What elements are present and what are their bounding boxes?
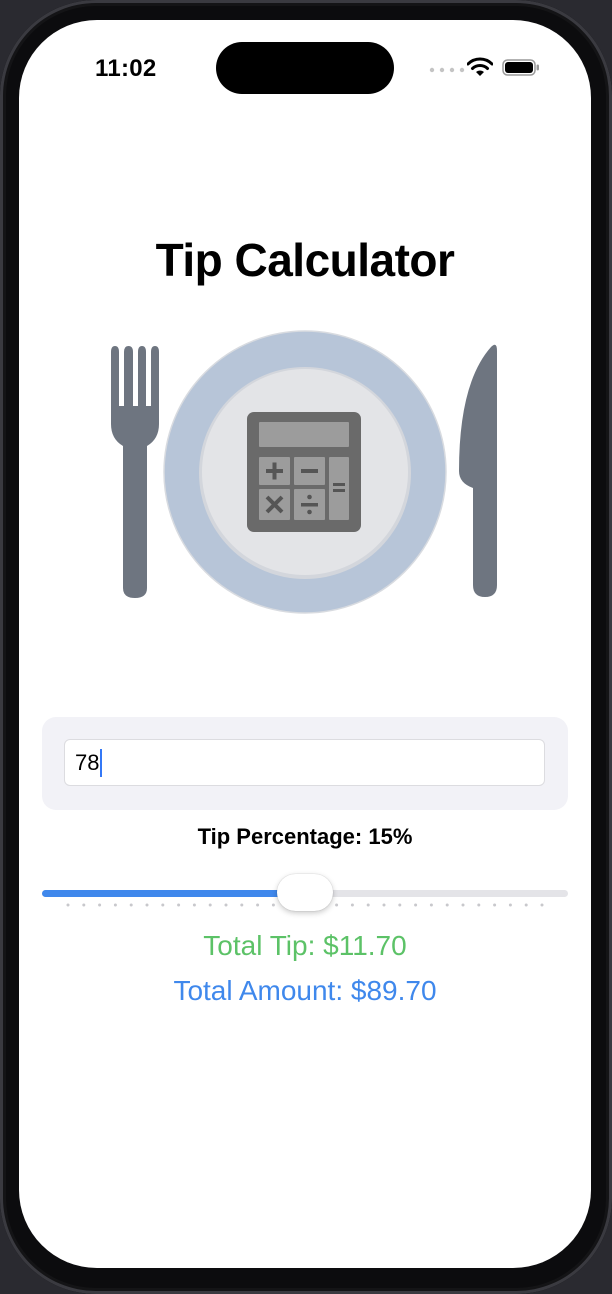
slider-tick	[271, 903, 275, 907]
slider-tick	[177, 903, 181, 907]
slider-tick	[208, 903, 212, 907]
dynamic-island	[216, 42, 394, 94]
status-bar: 11:02	[19, 20, 591, 120]
slider-tick	[145, 903, 149, 907]
phone-frame: 11:02 Tip Calculator 78 Tip Percentage: …	[0, 0, 612, 1294]
slider-tick	[66, 903, 70, 907]
slider-tick	[113, 903, 117, 907]
slider-tick	[192, 903, 196, 907]
slider-tick	[382, 903, 386, 907]
bill-amount-value: 78	[75, 749, 100, 775]
slider-tick	[524, 903, 528, 907]
plate-icon	[163, 330, 447, 614]
slider-tick	[508, 903, 512, 907]
slider-tick	[366, 903, 370, 907]
slider-tick	[477, 903, 481, 907]
tip-percentage-slider[interactable]	[42, 872, 568, 932]
slider-tick	[129, 903, 133, 907]
slider-tick	[256, 903, 260, 907]
slider-tick	[398, 903, 402, 907]
tip-percentage-label: Tip Percentage: 15%	[197, 824, 413, 849]
slider-tick	[493, 903, 497, 907]
bill-amount-input[interactable]: 78	[64, 739, 545, 786]
slider-tick	[445, 903, 449, 907]
plate-illustration	[109, 330, 509, 620]
slider-tick	[414, 903, 418, 907]
slider-tick	[540, 903, 544, 907]
total-amount-text: Total Amount: $89.70	[173, 975, 437, 1006]
knife-icon	[459, 344, 497, 597]
slider-tick	[240, 903, 244, 907]
slider-fill	[42, 890, 305, 897]
slider-tick	[161, 903, 165, 907]
page-title: Tip Calculator	[155, 234, 455, 286]
fork-icon	[111, 346, 159, 598]
slider-tick	[350, 903, 354, 907]
slider-tick	[98, 903, 102, 907]
slider-tick	[461, 903, 465, 907]
bill-input-card: 78	[42, 717, 568, 810]
status-time: 11:02	[95, 55, 157, 82]
app-screen: 11:02 Tip Calculator 78 Tip Percentage: …	[19, 20, 591, 1268]
slider-tick	[82, 903, 86, 907]
slider-tick	[429, 903, 433, 907]
text-cursor	[100, 748, 103, 777]
wifi-icon	[467, 57, 493, 76]
slider-thumb[interactable]	[277, 874, 333, 911]
cellular-signal-icon	[429, 67, 465, 73]
calculator-icon	[247, 412, 361, 532]
slider-tick	[224, 903, 228, 907]
battery-icon	[502, 59, 539, 76]
total-tip-text: Total Tip: $11.70	[203, 930, 407, 961]
slider-tick	[335, 903, 339, 907]
